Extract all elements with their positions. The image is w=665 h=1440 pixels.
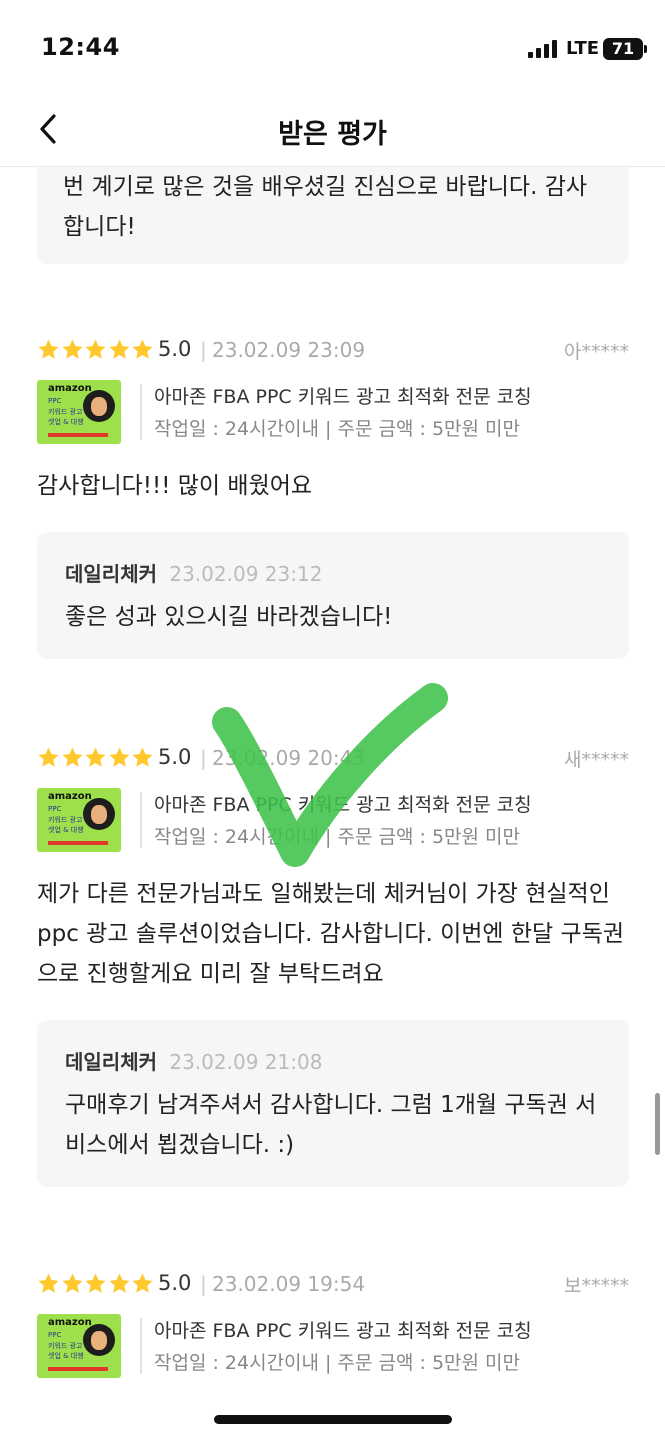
star-icon — [38, 1273, 59, 1293]
avatar — [83, 1324, 115, 1356]
product-thumbnail[interactable]: amazon PPC 키워드 광고 셋업 & 대행 — [37, 788, 121, 852]
reviewer-name: 새***** — [564, 749, 629, 771]
rating-score: 5.0 — [158, 337, 192, 361]
avatar — [83, 798, 115, 830]
divider: | — [200, 746, 207, 770]
star-icon — [61, 1273, 83, 1293]
star-icon — [38, 339, 59, 359]
network-label: LTE — [566, 38, 600, 59]
seller-reply: 번 계기로 많은 것을 배우셨길 진심으로 바랍니다. 감사합니다! — [37, 167, 629, 264]
signal-icon — [528, 40, 560, 58]
rating-row: 5.0 | 23.02.09 23:09 아***** — [37, 337, 629, 365]
home-indicator[interactable] — [214, 1415, 452, 1424]
avatar — [83, 390, 115, 422]
product-info[interactable]: amazon PPC 키워드 광고 셋업 & 대행 아마존 FBA PPC 키워… — [37, 788, 629, 858]
product-title[interactable]: 아마존 FBA PPC 키워드 광고 최적화 전문 코칭 — [154, 382, 532, 409]
rating-score: 5.0 — [158, 745, 192, 769]
star-icon — [108, 1273, 130, 1293]
review-text: 제가 다른 전문가님과도 일해봤는데 체커님이 가장 현실적인 ppc 광고 솔… — [37, 881, 625, 987]
star-rating — [37, 338, 155, 361]
divider: | — [200, 338, 207, 362]
review-date: 23.02.09 20:43 — [212, 746, 366, 770]
reply-author: 데일리체커 — [65, 562, 157, 586]
star-icon — [38, 747, 59, 767]
app-header: 받은 평가 — [0, 95, 665, 167]
reply-date: 23.02.09 21:08 — [169, 1050, 323, 1074]
product-title[interactable]: 아마존 FBA PPC 키워드 광고 최적화 전문 코칭 — [154, 1316, 532, 1343]
star-icon — [108, 747, 130, 767]
star-icon — [85, 1273, 106, 1293]
star-icon — [132, 747, 153, 767]
review-text: 감사합니다!!! 많이 배웠어요 — [37, 473, 313, 499]
rating-score: 5.0 — [158, 1271, 192, 1295]
reviewer-name: 보***** — [564, 1275, 629, 1297]
star-rating — [37, 746, 155, 769]
divider — [140, 384, 142, 440]
review-item: 5.0 | 23.02.09 23:09 아***** amazon PPC 키… — [37, 337, 629, 659]
product-meta: 작업일 : 24시간이내 | 주문 금액 : 5만원 미만 — [154, 826, 520, 848]
reply-text: 번 계기로 많은 것을 배우셨길 진심으로 바랍니다. 감사합니다! — [63, 174, 588, 240]
review-item: 5.0 | 23.02.09 20:43 새***** amazon PPC 키… — [37, 745, 629, 1187]
reply-date: 23.02.09 23:12 — [169, 562, 323, 586]
product-info[interactable]: amazon PPC 키워드 광고 셋업 & 대행 아마존 FBA PPC 키워… — [37, 1314, 629, 1380]
seller-reply: 데일리체커 23.02.09 21:08 구매후기 남겨주셔서 감사합니다. 그… — [37, 1020, 629, 1187]
scrollbar[interactable] — [655, 1093, 660, 1155]
reply-author: 데일리체커 — [65, 1050, 157, 1074]
reviewer-name: 아***** — [564, 341, 629, 363]
star-icon — [85, 747, 106, 767]
status-bar: 12:44 LTE 71 — [0, 0, 665, 95]
product-meta: 작업일 : 24시간이내 | 주문 금액 : 5만원 미만 — [154, 418, 520, 440]
product-thumbnail[interactable]: amazon PPC 키워드 광고 셋업 & 대행 — [37, 1314, 121, 1378]
review-date: 23.02.09 23:09 — [212, 338, 366, 362]
reply-text: 구매후기 남겨주셔서 감사합니다. 그럼 1개월 구독권 서비스에서 뵙겠습니다… — [65, 1092, 597, 1158]
rating-row: 5.0 | 23.02.09 19:54 보***** — [37, 1271, 629, 1299]
star-icon — [61, 339, 83, 359]
page-title: 받은 평가 — [278, 119, 387, 150]
star-icon — [132, 339, 153, 359]
reviews-list[interactable]: 번 계기로 많은 것을 배우셨길 진심으로 바랍니다. 감사합니다! 5.0 |… — [0, 167, 665, 1380]
product-info[interactable]: amazon PPC 키워드 광고 셋업 & 대행 아마존 FBA PPC 키워… — [37, 380, 629, 450]
review-date: 23.02.09 19:54 — [212, 1272, 366, 1296]
seller-reply: 데일리체커 23.02.09 23:12 좋은 성과 있으시길 바라겠습니다! — [37, 532, 629, 659]
star-rating — [37, 1272, 155, 1295]
status-time: 12:44 — [41, 33, 120, 61]
battery-icon: 71 — [603, 38, 643, 60]
divider: | — [200, 1272, 207, 1296]
product-thumbnail[interactable]: amazon PPC 키워드 광고 셋업 & 대행 — [37, 380, 121, 444]
review-item: 5.0 | 23.02.09 19:54 보***** amazon PPC 키… — [37, 1271, 629, 1380]
star-icon — [108, 339, 130, 359]
divider — [140, 1318, 142, 1374]
battery-nub — [644, 45, 647, 53]
product-title[interactable]: 아마존 FBA PPC 키워드 광고 최적화 전문 코칭 — [154, 790, 532, 817]
reply-text: 좋은 성과 있으시길 바라겠습니다! — [65, 604, 393, 630]
divider — [140, 792, 142, 848]
star-icon — [132, 1273, 153, 1293]
rating-row: 5.0 | 23.02.09 20:43 새***** — [37, 745, 629, 773]
star-icon — [85, 339, 106, 359]
product-meta: 작업일 : 24시간이내 | 주문 금액 : 5만원 미만 — [154, 1352, 520, 1374]
star-icon — [61, 747, 83, 767]
